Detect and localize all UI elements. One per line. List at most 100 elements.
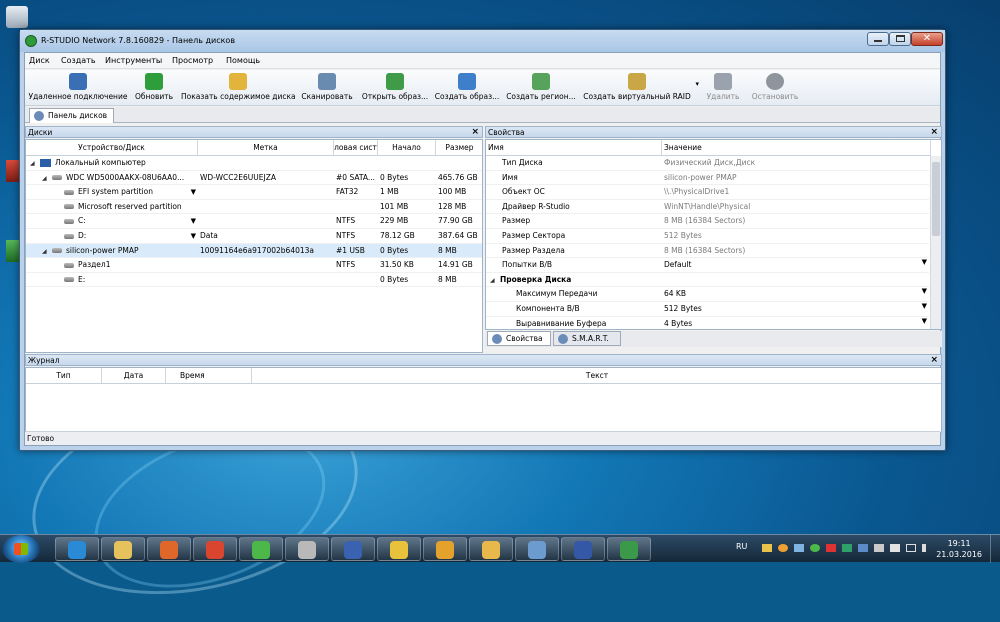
column-header-label[interactable]: Метка: [198, 140, 334, 156]
chevron-down-icon[interactable]: ▼: [191, 214, 196, 228]
collapse-arrow-icon[interactable]: ◢: [30, 157, 40, 171]
property-group-row[interactable]: ◢ Проверка Диска: [486, 273, 929, 288]
scan-button[interactable]: Сканировать: [299, 72, 355, 104]
remote-connect-button[interactable]: Удаленное подключение: [27, 72, 129, 104]
tray-display-icon[interactable]: [906, 544, 916, 552]
property-row[interactable]: Попытки В/В Default ▼: [486, 258, 929, 273]
create-region-button[interactable]: Создать регион...: [505, 72, 577, 104]
scrollbar-thumb[interactable]: [932, 162, 940, 236]
column-header-date[interactable]: Дата: [102, 368, 166, 384]
minimize-button[interactable]: [867, 32, 889, 46]
column-header-time[interactable]: Время: [166, 368, 252, 384]
open-image-button[interactable]: Открыть образ...: [361, 72, 429, 104]
tray-app-icon[interactable]: [778, 544, 788, 552]
taskbar-app-button[interactable]: [147, 537, 191, 561]
stop-button[interactable]: Остановить: [747, 72, 803, 104]
taskbar-app-button[interactable]: [101, 537, 145, 561]
recycle-bin-icon[interactable]: [6, 6, 28, 28]
disk-row[interactable]: Microsoft reserved partition 101 MB 128 …: [26, 200, 482, 215]
show-disk-contents-button[interactable]: Показать содержимое диска: [181, 72, 296, 104]
maximize-button[interactable]: [889, 32, 911, 46]
taskbar-app-button[interactable]: [561, 537, 605, 561]
start-button[interactable]: [2, 535, 40, 563]
tray-network-icon[interactable]: [794, 544, 804, 552]
menu-view[interactable]: Просмотр: [172, 56, 213, 65]
disk-row[interactable]: ◢ WDC WD5000AAKX-08U6AA0... WD-WCC2E6UUEJ…: [26, 171, 482, 186]
chevron-down-icon[interactable]: ▼: [922, 287, 927, 295]
tray-monitor-icon[interactable]: [858, 544, 868, 552]
flag-icon[interactable]: [890, 544, 900, 552]
taskbar-app-button[interactable]: [423, 537, 467, 561]
column-header-start[interactable]: Начало: [378, 140, 436, 156]
properties-scrollbar[interactable]: [930, 156, 941, 329]
language-indicator[interactable]: RU: [736, 542, 747, 551]
tray-icq-icon[interactable]: [810, 544, 820, 552]
property-row[interactable]: Выравнивание Буфера 4 Bytes ▼: [486, 317, 929, 329]
column-header-size[interactable]: Размер: [436, 140, 482, 156]
disk-row[interactable]: C: ▼ NTFS 229 MB 77.90 GB: [26, 214, 482, 229]
desktop-shortcut-icon[interactable]: [6, 240, 20, 262]
column-header-filesystem[interactable]: ловая сист: [334, 140, 378, 156]
column-header-device[interactable]: Устройство/Диск: [26, 140, 198, 156]
close-button[interactable]: ✕: [911, 32, 943, 46]
close-icon[interactable]: ×: [930, 355, 938, 365]
taskbar-app-button[interactable]: [331, 537, 375, 561]
taskbar-app-button[interactable]: [193, 537, 237, 561]
title-bar[interactable]: R-STUDIO Network 7.8.160829 - Панель дис…: [20, 30, 945, 52]
close-icon[interactable]: ×: [471, 127, 479, 137]
collapse-arrow-icon[interactable]: ◢: [42, 245, 52, 259]
taskbar-app-button[interactable]: [239, 537, 283, 561]
create-virtual-raid-button[interactable]: Создать виртуальный RAID ▾: [581, 72, 699, 104]
menu-tools[interactable]: Инструменты: [105, 56, 162, 65]
disk-row[interactable]: EFI system partition ▼ FAT32 1 MB 100 MB: [26, 185, 482, 200]
close-icon[interactable]: ×: [930, 127, 938, 137]
chevron-down-icon[interactable]: ▾: [695, 80, 699, 88]
desktop-shortcut-icon[interactable]: [6, 160, 20, 182]
menu-help[interactable]: Помощь: [226, 56, 260, 65]
taskbar-app-button[interactable]: [469, 537, 513, 561]
create-image-button[interactable]: Создать образ...: [433, 72, 501, 104]
show-desktop-button[interactable]: [990, 535, 1000, 563]
chevron-down-icon[interactable]: ▼: [922, 258, 927, 266]
taskbar-app-button[interactable]: [515, 537, 559, 561]
property-row[interactable]: Размер 8 MB (16384 Sectors): [486, 214, 929, 229]
tab-properties[interactable]: Свойства: [487, 331, 551, 346]
taskbar-app-button[interactable]: [285, 537, 329, 561]
chevron-down-icon[interactable]: ▼: [922, 317, 927, 325]
clock[interactable]: 19:11 21.03.2016: [936, 538, 982, 560]
tray-mail-icon[interactable]: [762, 544, 772, 552]
tray-app-icon[interactable]: [842, 544, 852, 552]
disk-row[interactable]: D: ▼ Data NTFS 78.12 GB 387.64 GB: [26, 229, 482, 244]
chevron-down-icon[interactable]: ▼: [191, 229, 196, 243]
property-row[interactable]: Размер Сектора 512 Bytes: [486, 229, 929, 244]
collapse-arrow-icon[interactable]: ◢: [490, 274, 500, 288]
property-row[interactable]: Размер Раздела 8 MB (16384 Sectors): [486, 244, 929, 259]
menu-create[interactable]: Создать: [61, 56, 96, 65]
delete-button[interactable]: Удалить: [703, 72, 743, 104]
property-row[interactable]: Объект ОС \\.\PhysicalDrive1: [486, 185, 929, 200]
tab-smart[interactable]: S.M.A.R.T.: [553, 331, 621, 346]
property-row[interactable]: Имя silicon-power PMAP: [486, 171, 929, 186]
tray-antivirus-icon[interactable]: [826, 544, 836, 552]
taskbar-app-button[interactable]: [55, 537, 99, 561]
refresh-button[interactable]: Обновить: [131, 72, 177, 104]
taskbar-app-button[interactable]: [607, 537, 651, 561]
disk-row[interactable]: Раздел1 NTFS 31.50 KB 14.91 GB: [26, 258, 482, 273]
disk-row-selected[interactable]: ◢ silicon-power PMAP 10091164e6a917002b64…: [26, 243, 482, 259]
menu-disk[interactable]: Диск: [29, 56, 50, 65]
tab-disk-panel[interactable]: Панель дисков: [29, 108, 115, 123]
column-header-value[interactable]: Значение: [662, 140, 931, 156]
property-row[interactable]: Тип Диска Физический Диск,Диск: [486, 156, 929, 171]
collapse-arrow-icon[interactable]: ◢: [42, 172, 52, 186]
disk-row[interactable]: ◢ Локальный компьютер: [26, 156, 482, 171]
taskbar-app-button[interactable]: [377, 537, 421, 561]
column-header-name[interactable]: Имя: [486, 140, 662, 156]
chevron-down-icon[interactable]: ▼: [922, 302, 927, 310]
property-row[interactable]: Максимум Передачи 64 KB ▼: [486, 287, 929, 302]
property-row[interactable]: Компонента В/В 512 Bytes ▼: [486, 302, 929, 317]
property-row[interactable]: Драйвер R-Studio WinNT\Handle\Physical: [486, 200, 929, 215]
disk-row[interactable]: E: 0 Bytes 8 MB: [26, 273, 482, 288]
column-header-type[interactable]: Тип: [26, 368, 102, 384]
tray-app-icon[interactable]: [874, 544, 884, 552]
column-header-text[interactable]: Текст: [252, 368, 941, 384]
